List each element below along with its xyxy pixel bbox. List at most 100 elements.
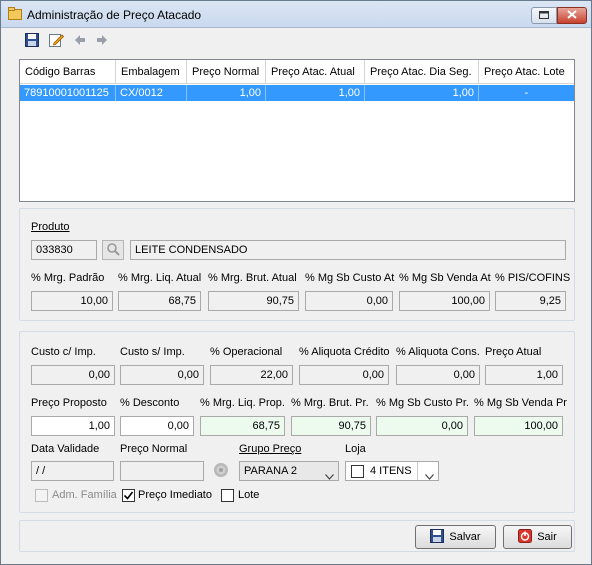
- preco-normal-label: Preço Normal: [120, 443, 188, 455]
- aliquota-cons-label: % Aliquota Cons.: [396, 346, 480, 358]
- custo-s-imp-field[interactable]: 0,00: [120, 365, 204, 385]
- custo-c-imp-label: Custo c/ Imp.: [31, 346, 96, 358]
- cell-preco-normal: 1,00: [187, 85, 266, 101]
- data-validade-label: Data Validade: [31, 443, 100, 455]
- sair-button[interactable]: Sair: [503, 525, 572, 549]
- grupo-preco-value: PARANA 2: [244, 465, 297, 477]
- pricing-group: Custo c/ Imp. Custo s/ Imp. % Operaciona…: [19, 331, 575, 513]
- custo-s-imp-label: Custo s/ Imp.: [120, 346, 185, 358]
- restore-button[interactable]: [531, 7, 557, 24]
- mrg-brut-pr-label: % Mrg. Brut. Pr.: [291, 397, 369, 409]
- data-validade-field[interactable]: / /: [31, 461, 114, 481]
- mg-sb-venda-pr-label: % Mg Sb Venda Pr: [474, 397, 567, 409]
- aliquota-cons-field[interactable]: 0,00: [396, 365, 480, 385]
- loja-label: Loja: [345, 443, 366, 455]
- cell-embalagem: CX/0012: [116, 85, 187, 101]
- grupo-preco-select[interactable]: PARANA 2: [239, 461, 339, 481]
- mrg-padrao-label: % Mrg. Padrão: [31, 272, 105, 284]
- produto-code-field[interactable]: 033830: [31, 240, 97, 260]
- loja-select[interactable]: 4 ITENS: [345, 461, 439, 481]
- search-icon: [106, 242, 120, 259]
- button-bar: Salvar Sair: [19, 520, 575, 552]
- lote-label: Lote: [238, 489, 260, 501]
- lote-checkbox[interactable]: [221, 489, 234, 502]
- cell-preco-atac-lote: -: [524, 87, 529, 99]
- window: Administração de Preço Atacado Código Ba…: [0, 0, 592, 565]
- mrg-brut-pr-field[interactable]: 90,75: [291, 416, 371, 436]
- checkmark-icon: [123, 491, 134, 500]
- desconto-field[interactable]: 0,00: [120, 416, 194, 436]
- forward-toolbar-button[interactable]: [93, 32, 111, 50]
- mrg-padrao-field[interactable]: 10,00: [31, 291, 113, 311]
- app-icon: [8, 7, 22, 20]
- mg-sb-venda-at-field[interactable]: 100,00: [399, 291, 490, 311]
- window-title: Administração de Preço Atacado: [27, 8, 202, 22]
- cell-preco-atac-atual: 1,00: [266, 85, 365, 101]
- mg-sb-custo-at-label: % Mg Sb Custo At: [305, 272, 395, 284]
- column-header[interactable]: Embalagem: [116, 60, 187, 84]
- cell-codigo-barras: 78910001001125: [20, 85, 116, 101]
- edit-icon: [48, 32, 64, 50]
- aliquota-credito-label: % Aliquota Crédito: [299, 346, 390, 358]
- power-icon: [518, 528, 533, 546]
- mg-sb-custo-pr-field[interactable]: 0,00: [376, 416, 468, 436]
- adm-familia-checkbox[interactable]: [35, 489, 48, 502]
- forward-arrow-icon: [96, 34, 108, 49]
- gear-button[interactable]: [210, 461, 232, 481]
- pis-cofins-field[interactable]: 9,25: [495, 291, 566, 311]
- back-toolbar-button[interactable]: [71, 32, 89, 50]
- column-header[interactable]: Preço Atac. Dia Seg.: [365, 60, 479, 84]
- mrg-liq-atual-field[interactable]: 68,75: [118, 291, 201, 311]
- column-header[interactable]: Preço Atac. Atual: [266, 60, 365, 84]
- restore-icon: [539, 10, 549, 22]
- mg-sb-custo-at-field[interactable]: 0,00: [305, 291, 393, 311]
- disk-icon: [430, 528, 445, 546]
- preco-normal-field[interactable]: [120, 461, 204, 481]
- grid-header: Código Barras Embalagem Preço Normal Pre…: [20, 60, 574, 84]
- mrg-liq-prop-field[interactable]: 68,75: [200, 416, 285, 436]
- preco-imediato-checkbox[interactable]: [122, 489, 135, 502]
- save-icon: [25, 32, 39, 50]
- aliquota-credito-field[interactable]: 0,00: [299, 365, 389, 385]
- gear-icon: [212, 461, 230, 482]
- produto-search-button[interactable]: [102, 240, 124, 260]
- produto-group: Produto 033830 LEITE CONDENSADO % Mrg. P…: [19, 208, 575, 321]
- close-button[interactable]: [557, 7, 587, 24]
- column-header[interactable]: Código Barras: [20, 60, 116, 84]
- save-toolbar-button[interactable]: [23, 32, 41, 50]
- chevron-down-icon: [325, 468, 334, 480]
- mg-sb-venda-at-label: % Mg Sb Venda At: [399, 272, 491, 284]
- close-icon: [567, 9, 577, 22]
- column-header[interactable]: Preço Atac. Lote: [479, 60, 574, 84]
- sair-label: Sair: [537, 531, 557, 543]
- loja-value: 4 ITENS: [370, 465, 412, 477]
- mg-sb-custo-pr-label: % Mg Sb Custo Pr.: [376, 397, 469, 409]
- combo-divider: [417, 462, 418, 480]
- chevron-down-icon: [425, 468, 434, 480]
- preco-proposto-field[interactable]: 1,00: [31, 416, 115, 436]
- edit-toolbar-button[interactable]: [47, 32, 65, 50]
- mg-sb-venda-pr-field[interactable]: 100,00: [474, 416, 563, 436]
- custo-c-imp-field[interactable]: 0,00: [31, 365, 115, 385]
- table-row[interactable]: 78910001001125 CX/0012 1,00 1,00 1,00 -: [20, 85, 574, 101]
- mrg-liq-prop-label: % Mrg. Liq. Prop.: [200, 397, 285, 409]
- back-arrow-icon: [74, 34, 86, 49]
- mrg-brut-atual-label: % Mrg. Brut. Atual: [208, 272, 297, 284]
- operacional-field[interactable]: 22,00: [210, 365, 293, 385]
- column-header[interactable]: Preço Normal: [187, 60, 266, 84]
- mrg-liq-atual-label: % Mrg. Liq. Atual: [118, 272, 202, 284]
- preco-atual-field[interactable]: 1,00: [485, 365, 563, 385]
- mrg-brut-atual-field[interactable]: 90,75: [208, 291, 299, 311]
- salvar-label: Salvar: [449, 531, 481, 543]
- operacional-label: % Operacional: [210, 346, 283, 358]
- preco-imediato-label: Preço Imediato: [138, 489, 212, 501]
- barcode-grid[interactable]: Código Barras Embalagem Preço Normal Pre…: [19, 59, 575, 202]
- produto-description-field[interactable]: LEITE CONDENSADO: [130, 240, 566, 260]
- title-bar: Administração de Preço Atacado: [1, 1, 591, 28]
- loja-checkbox[interactable]: [351, 465, 364, 478]
- cell-preco-atac-dia-seg: 1,00: [365, 85, 479, 101]
- salvar-button[interactable]: Salvar: [415, 525, 496, 549]
- pis-cofins-label: % PIS/COFINS: [495, 272, 571, 284]
- grupo-preco-label: Grupo Preço: [239, 443, 302, 455]
- produto-label: Produto: [31, 221, 70, 233]
